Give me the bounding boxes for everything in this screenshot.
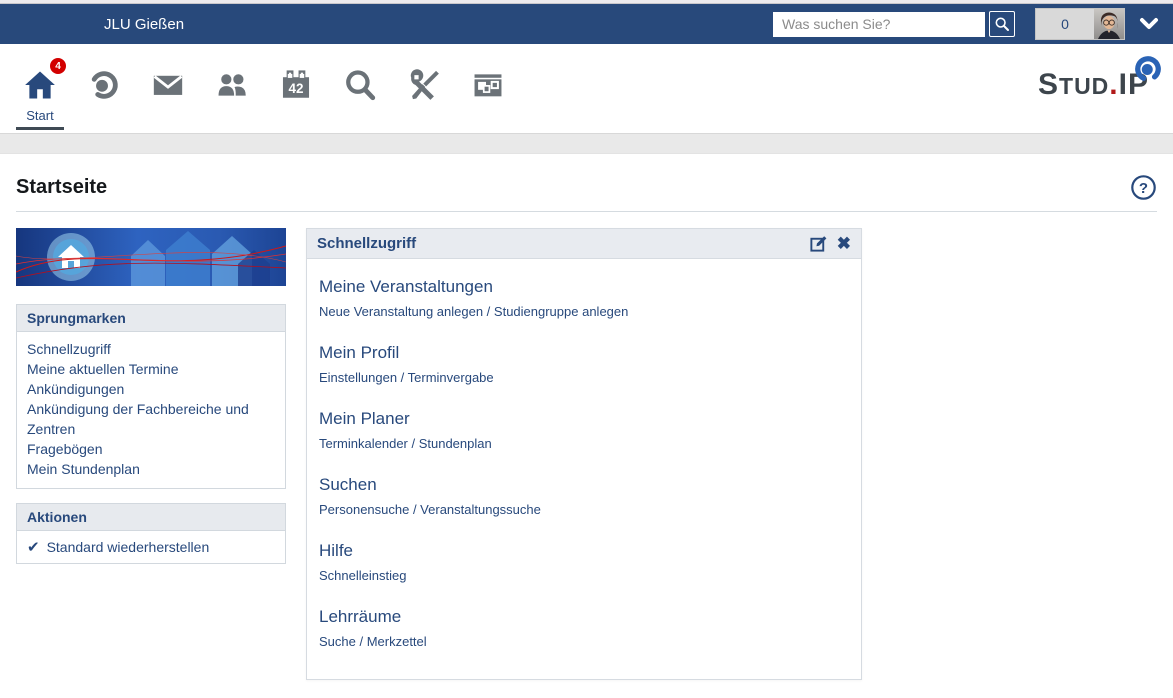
calendar-42-icon: 42 <box>279 68 313 102</box>
sprungmarken-box: Sprungmarken Schnellzugriff Meine aktuel… <box>16 304 286 489</box>
quicklink-title[interactable]: Meine Veranstaltungen <box>319 277 849 297</box>
aktionen-box: Aktionen ✔ Standard wiederherstellen <box>16 503 286 564</box>
search-button[interactable] <box>989 11 1015 37</box>
sprungmarken-title: Sprungmarken <box>17 305 285 332</box>
quicklink-suchen: Suchen Personensuche / Veranstaltungssuc… <box>319 475 849 517</box>
quicklink-title[interactable]: Hilfe <box>319 541 849 561</box>
quicklink-title[interactable]: Mein Profil <box>319 343 849 363</box>
chevron-down-icon <box>1139 17 1159 31</box>
envelope-icon <box>151 68 185 102</box>
sprungmarke-schnellzugriff[interactable]: Schnellzugriff <box>27 339 275 359</box>
quicklink-sub[interactable]: Suche / Merkzettel <box>319 634 849 649</box>
heading-divider <box>16 211 1157 212</box>
sprungmarke-frageboegen[interactable]: Fragebögen <box>27 439 275 459</box>
tab-courses[interactable] <box>80 44 128 130</box>
main-nav: 4 Start <box>0 44 1173 134</box>
tab-bulletin-board[interactable] <box>464 44 512 130</box>
quicklink-veranstaltungen: Meine Veranstaltungen Neue Veranstaltung… <box>319 277 849 319</box>
content-area: Startseite ? <box>0 174 1173 698</box>
search-input[interactable] <box>773 12 985 37</box>
user-menu-chevron[interactable] <box>1139 17 1159 31</box>
people-icon <box>215 68 249 102</box>
quicklink-lehrraeume: Lehrräume Suche / Merkzettel <box>319 607 849 649</box>
quicklink-sub[interactable]: Personensuche / Veranstaltungssuche <box>319 502 849 517</box>
quicklink-title[interactable]: Lehrräume <box>319 607 849 627</box>
quicklink-profil: Mein Profil Einstellungen / Terminvergab… <box>319 343 849 385</box>
tools-icon <box>407 68 441 102</box>
svg-text:?: ? <box>1139 180 1148 197</box>
quicklink-sub[interactable]: Neue Veranstaltung anlegen / Studiengrup… <box>319 304 849 319</box>
tab-community[interactable] <box>208 44 256 130</box>
svg-text:42: 42 <box>289 81 304 96</box>
sprungmarke-fachbereiche[interactable]: Ankündigung der Fachbereiche und Zentren <box>27 399 275 439</box>
sprungmarke-ankuendigungen[interactable]: Ankündigungen <box>27 379 275 399</box>
studip-logo[interactable]: STUD.IP <box>1038 70 1149 100</box>
quicklink-sub[interactable]: Einstellungen / Terminvergabe <box>319 370 849 385</box>
avatar[interactable] <box>1094 9 1124 39</box>
main-column: Schnellzugriff ✖ Meine Veranstaltungen N… <box>306 228 862 698</box>
tab-start-label: Start <box>26 108 53 123</box>
sprungmarke-stundenplan[interactable]: Mein Stundenplan <box>27 459 275 479</box>
tab-search[interactable] <box>336 44 384 130</box>
page-gray-band <box>0 134 1173 154</box>
search-icon <box>994 16 1010 32</box>
tab-start[interactable]: 4 Start <box>16 44 64 130</box>
schnellzugriff-title: Schnellzugriff <box>317 235 809 252</box>
aktionen-title: Aktionen <box>17 504 285 531</box>
homepage-banner-image <box>16 228 286 286</box>
quicklink-title[interactable]: Suchen <box>319 475 849 495</box>
studip-spiral-icon <box>1133 54 1163 84</box>
quicklink-hilfe: Hilfe Schnelleinstieg <box>319 541 849 583</box>
tab-planner[interactable]: 42 <box>272 44 320 130</box>
home-badge: 4 <box>50 58 66 74</box>
org-name: JLU Gießen <box>104 16 184 33</box>
quicklink-sub[interactable]: Schnelleinstieg <box>319 568 849 583</box>
home-icon <box>23 68 57 102</box>
restore-default-link[interactable]: Standard wiederherstellen <box>47 539 210 555</box>
help-icon: ? <box>1130 174 1157 201</box>
magnifier-icon <box>343 68 377 102</box>
action-restore-default[interactable]: ✔ Standard wiederherstellen <box>17 531 285 563</box>
edit-icon[interactable] <box>809 234 828 253</box>
check-icon: ✔ <box>27 538 40 556</box>
tab-messages[interactable] <box>144 44 192 130</box>
board-icon <box>471 68 505 102</box>
sprungmarke-termine[interactable]: Meine aktuellen Termine <box>27 359 275 379</box>
quicklink-sub[interactable]: Terminkalender / Stundenplan <box>319 436 849 451</box>
page-title: Startseite <box>16 176 1130 199</box>
schnellzugriff-widget: Schnellzugriff ✖ Meine Veranstaltungen N… <box>306 228 862 680</box>
quicklink-title[interactable]: Mein Planer <box>319 409 849 429</box>
top-bar: JLU Gießen 0 <box>0 4 1173 44</box>
notification-counter[interactable]: 0 <box>1035 8 1125 40</box>
nav-tabs: 4 Start <box>16 44 528 130</box>
sidebar: Sprungmarken Schnellzugriff Meine aktuel… <box>16 228 286 698</box>
spiral-icon <box>87 68 121 102</box>
notification-count: 0 <box>1036 16 1094 32</box>
help-button[interactable]: ? <box>1130 174 1157 201</box>
close-icon[interactable]: ✖ <box>837 235 851 252</box>
tab-tools[interactable] <box>400 44 448 130</box>
quicklink-planer: Mein Planer Terminkalender / Stundenplan <box>319 409 849 451</box>
